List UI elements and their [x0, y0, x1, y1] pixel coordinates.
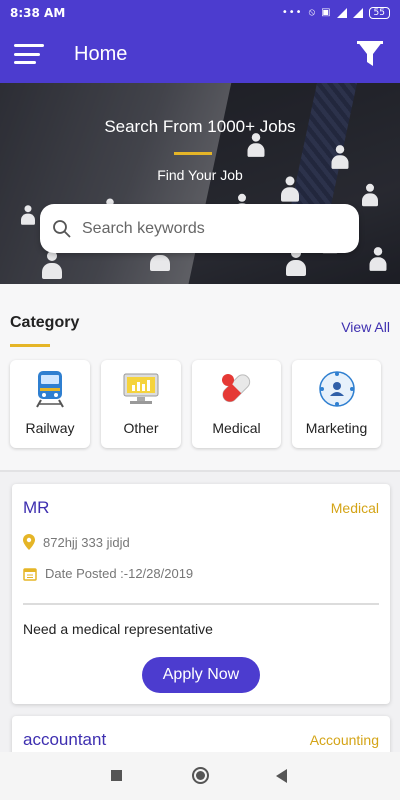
category-label: Other	[123, 420, 159, 436]
category-title: Category	[10, 314, 80, 331]
person-icon	[331, 145, 349, 169]
job-location: 872hjj 333 jidjd	[23, 534, 130, 550]
job-date-text: Date Posted :-12/28/2019	[45, 566, 194, 581]
job-title: MR	[23, 498, 50, 517]
category-card-railway[interactable]: Railway	[10, 360, 90, 448]
person-icon	[42, 251, 62, 279]
category-list: Railway Other Medical Marketing	[10, 360, 381, 448]
search-input[interactable]	[82, 219, 332, 238]
status-bar: 8:38 AM ••• ⦸ ▣ 55	[0, 0, 400, 25]
search-bar[interactable]	[40, 204, 359, 253]
filter-icon[interactable]	[356, 39, 384, 69]
person-icon	[369, 247, 387, 271]
page-title: Home	[74, 42, 128, 65]
recents-icon[interactable]	[111, 770, 122, 781]
category-label: Medical	[212, 420, 261, 436]
category-label: Railway	[25, 420, 75, 436]
hero-banner: Search From 1000+ Jobs Find Your Job	[0, 83, 400, 284]
hero-subtitle: Find Your Job	[157, 167, 243, 183]
signal-2-icon	[352, 7, 363, 18]
person-icon	[21, 205, 35, 225]
person-icon	[362, 183, 378, 207]
hero-underline	[174, 152, 212, 155]
job-card[interactable]: MR Medical 872hjj 333 jidjd Date Posted …	[12, 484, 390, 704]
volte-icon: ▣	[321, 7, 331, 18]
job-description: Need a medical representative	[23, 621, 213, 637]
home-icon[interactable]	[192, 767, 209, 784]
menu-icon[interactable]	[14, 44, 44, 64]
category-card-other[interactable]: Other	[101, 360, 181, 448]
system-nav-bar	[0, 752, 400, 800]
job-location-text: 872hjj 333 jidjd	[43, 534, 130, 550]
category-card-marketing[interactable]: Marketing	[292, 360, 381, 448]
status-time: 8:38 AM	[10, 5, 66, 20]
notification-dots-icon: •••	[281, 7, 303, 18]
calendar-icon	[23, 567, 37, 581]
category-label: Marketing	[305, 420, 368, 436]
signal-icon	[336, 7, 347, 18]
status-icons: ••• ⦸ ▣ 55	[281, 6, 390, 19]
alarm-off-icon: ⦸	[308, 7, 316, 18]
location-pin-icon	[23, 534, 35, 550]
job-title: accountant	[23, 730, 107, 749]
view-all-link[interactable]: View All	[341, 319, 390, 335]
apply-now-button[interactable]: Apply Now	[142, 657, 260, 693]
hero-title: Search From 1000+ Jobs	[104, 117, 296, 136]
job-category: Accounting	[309, 732, 379, 748]
job-date: Date Posted :-12/28/2019	[23, 566, 193, 581]
job-category: Medical	[330, 500, 379, 516]
battery-icon: 55	[368, 6, 390, 19]
search-icon	[53, 219, 71, 238]
category-section: Category View All Railway Other Medical …	[0, 284, 400, 470]
train-icon	[31, 370, 69, 408]
job-divider	[23, 603, 379, 605]
computer-icon	[122, 370, 160, 408]
category-card-medical[interactable]: Medical	[192, 360, 281, 448]
network-people-icon	[318, 370, 356, 408]
category-underline	[10, 344, 50, 347]
pills-icon	[218, 370, 256, 408]
section-divider	[0, 470, 400, 472]
back-icon[interactable]	[276, 769, 287, 783]
app-bar: Home	[0, 25, 400, 83]
